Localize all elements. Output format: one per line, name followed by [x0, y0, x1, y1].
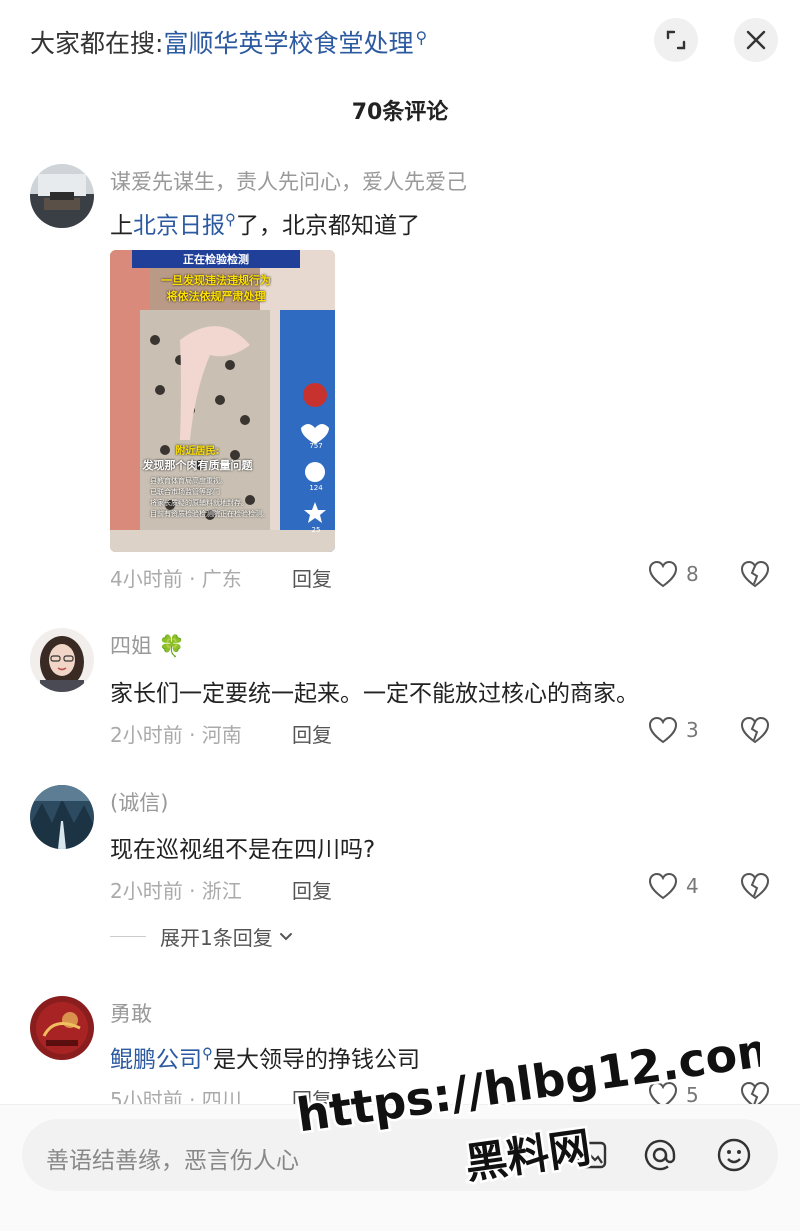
avatar[interactable] — [30, 996, 94, 1060]
avatar[interactable] — [30, 628, 94, 692]
thumbnail-caption-line: 县教育体育局高度重视。 — [150, 477, 227, 485]
like-button[interactable]: 8 — [648, 560, 699, 588]
comment-username[interactable]: (诚信) — [110, 787, 168, 817]
comment-meta: 4小时前 · 广东 — [110, 567, 242, 591]
expand-icon — [666, 30, 686, 50]
thumbnail-banner-title: 正在检验检测 — [183, 253, 249, 266]
comment-keyword-link[interactable]: 鲲鹏公司 — [110, 1047, 202, 1073]
thumbnail-caption-main: 发现那个肉有质量问题 — [142, 459, 253, 472]
chevron-down-icon — [279, 932, 292, 940]
comment-count-title: 70条评论 — [351, 100, 449, 125]
thumbnail-caption-line: 将家长质疑的原辅料就地封存。 — [150, 499, 248, 507]
expand-divider — [110, 936, 146, 937]
search-icon: ⚲ — [225, 210, 236, 229]
emoji-button[interactable] — [716, 1137, 752, 1177]
expand-button[interactable] — [654, 18, 698, 62]
thumbnail-fav-count: 25 — [311, 526, 321, 534]
search-icon: ⚲ — [415, 27, 428, 47]
comment-username[interactable]: 四姐 🍀 — [110, 630, 185, 660]
dislike-button[interactable] — [740, 716, 770, 748]
at-icon — [644, 1139, 676, 1171]
comment-text: 鲲鹏公司⚲是大领导的挣钱公司 — [110, 1040, 420, 1074]
trending-search-hint[interactable]: 大家都在搜:富顺华英学校食堂处理 ⚲ — [30, 24, 427, 60]
search-icon: ⚲ — [202, 1044, 213, 1063]
trending-search-prefix: 大家都在搜: — [30, 29, 164, 58]
comment-username[interactable]: 谋爱先谋生，责人先问心，爱人先爱己 — [110, 166, 467, 196]
thumbnail-caption-line: 已联合市场监管等部门 — [150, 488, 220, 496]
avatar[interactable] — [30, 785, 94, 849]
trending-search-keyword[interactable]: 富顺华英学校食堂处理 — [163, 29, 413, 58]
heart-icon — [648, 560, 678, 588]
comment-text: 现在巡视组不是在四川吗? — [110, 837, 376, 863]
comment-input-bar: 善语结善缘，恶言伤人心 — [0, 1104, 800, 1231]
dislike-button[interactable] — [740, 560, 770, 592]
like-count: 8 — [686, 562, 699, 586]
image-icon — [577, 1141, 607, 1169]
dislike-button[interactable] — [740, 872, 770, 904]
image-button[interactable] — [574, 1137, 610, 1177]
like-button[interactable]: 3 — [648, 716, 699, 744]
comment-text: 家长们一定要统一起来。一定不能放过核心的商家。 — [110, 681, 639, 707]
comment-video-thumbnail[interactable]: 正在检验检测 一旦发现违法违规行为 将依法依规严肃处理 附近居民: 发现那个肉有… — [110, 250, 335, 552]
expand-replies-button[interactable]: 展开1条回复 — [110, 922, 295, 951]
clover-icon: 🍀 — [158, 634, 185, 658]
broken-heart-icon — [740, 716, 770, 744]
comment-text-after: 了，北京都知道了 — [236, 213, 420, 239]
avatar[interactable] — [30, 164, 94, 228]
comment-text-after: 是大领导的挣钱公司 — [213, 1047, 420, 1073]
thumbnail-caption-line: 目前有资质检验检测院正在检验检测。 — [150, 510, 269, 518]
close-icon — [746, 30, 766, 50]
expand-replies-label: 展开1条回复 — [160, 926, 273, 950]
reply-button[interactable]: 回复 — [292, 875, 332, 904]
broken-heart-icon — [740, 872, 770, 900]
like-count: 4 — [686, 874, 699, 898]
comment-username-text: 四姐 — [110, 634, 152, 658]
comment-meta: 2小时前 · 河南 — [110, 723, 242, 747]
thumbnail-comment-count: 124 — [309, 484, 323, 492]
heart-icon — [648, 872, 678, 900]
close-button[interactable] — [734, 18, 778, 62]
thumbnail-like-count: 757 — [309, 442, 323, 450]
thumbnail-caption-head: 附近居民: — [175, 446, 220, 457]
like-button[interactable]: 4 — [648, 872, 699, 900]
top-bar: 大家都在搜:富顺华英学校食堂处理 ⚲ — [0, 0, 800, 84]
comment-text-before: 上 — [110, 213, 133, 239]
thumbnail-banner-line1: 一旦发现违法违规行为 — [161, 274, 271, 287]
reply-button[interactable]: 回复 — [292, 563, 332, 592]
emoji-icon — [717, 1138, 751, 1172]
broken-heart-icon — [740, 560, 770, 588]
comment-meta: 2小时前 · 浙江 — [110, 879, 242, 903]
comment-input[interactable]: 善语结善缘，恶言伤人心 — [22, 1119, 778, 1191]
comment-input-placeholder: 善语结善缘，恶言伤人心 — [46, 1148, 299, 1174]
comment-keyword-link[interactable]: 北京日报 — [133, 213, 225, 239]
thumbnail-banner-line2: 将依法依规严肃处理 — [166, 290, 266, 303]
reply-button[interactable]: 回复 — [292, 719, 332, 748]
comment-text: 上北京日报⚲了，北京都知道了 — [110, 206, 420, 240]
mention-button[interactable] — [642, 1137, 678, 1177]
comment-username[interactable]: 勇敢 — [110, 998, 152, 1028]
like-count: 3 — [686, 718, 699, 742]
heart-icon — [648, 716, 678, 744]
